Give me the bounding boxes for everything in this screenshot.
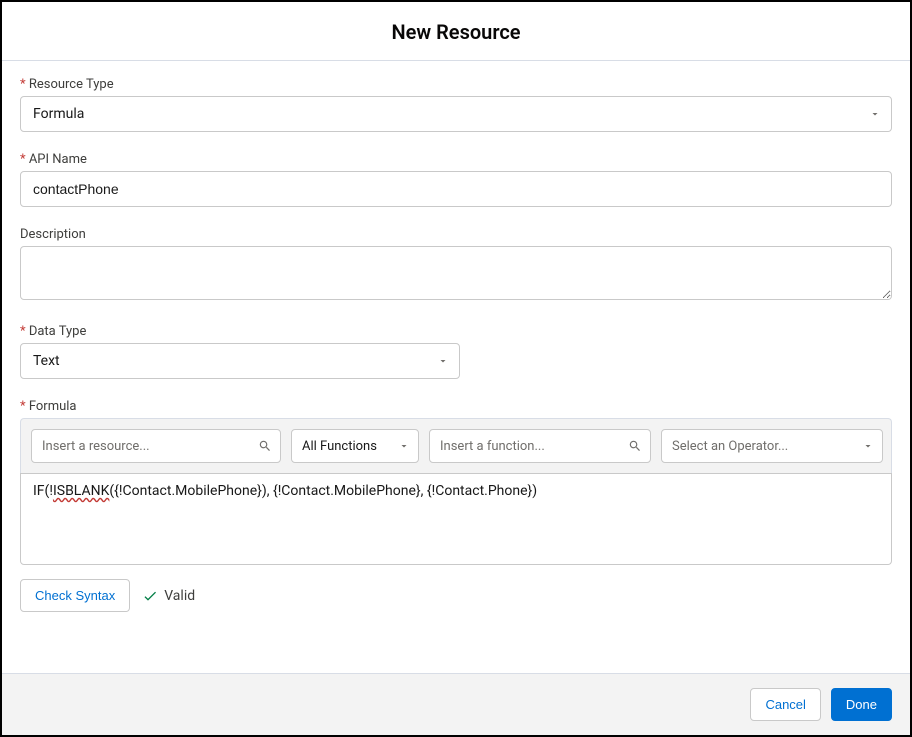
chevron-down-icon [437, 355, 449, 367]
syntax-status-badge: Valid [142, 588, 195, 604]
chevron-down-icon [398, 440, 410, 452]
modal-footer: Cancel Done [2, 673, 910, 735]
insert-resource-combobox[interactable]: Insert a resource... [31, 429, 281, 463]
select-operator-placeholder: Select an Operator... [672, 439, 788, 454]
function-category-combobox[interactable]: All Functions [291, 429, 419, 463]
search-icon [628, 439, 642, 453]
description-textarea[interactable] [20, 246, 892, 300]
chevron-down-icon [862, 440, 874, 452]
search-icon [258, 439, 272, 453]
modal-header: New Resource [2, 2, 910, 61]
formula-expression-squiggly: ISBLANK [53, 483, 109, 499]
new-resource-modal: New Resource Resource Type Formula API N… [0, 0, 912, 737]
data-type-group: Data Type Text [20, 324, 892, 379]
formula-group: Formula Insert a resource... All Functio… [20, 399, 892, 612]
resource-type-combobox[interactable]: Formula [20, 96, 892, 132]
done-button[interactable]: Done [831, 688, 892, 721]
check-syntax-button[interactable]: Check Syntax [20, 579, 130, 612]
formula-expression-prefix: IF(! [33, 483, 53, 499]
api-name-label: API Name [20, 152, 892, 167]
insert-function-placeholder: Insert a function... [440, 439, 545, 454]
api-name-input[interactable] [20, 171, 892, 207]
resource-type-label: Resource Type [20, 77, 892, 92]
modal-body: Resource Type Formula API Name Descripti… [2, 61, 910, 673]
resource-type-value: Formula [33, 106, 84, 122]
resource-type-group: Resource Type Formula [20, 77, 892, 132]
function-category-value: All Functions [302, 439, 377, 454]
formula-label: Formula [20, 399, 892, 414]
syntax-status-text: Valid [164, 588, 195, 604]
check-icon [142, 588, 158, 604]
formula-toolbar: Insert a resource... All Functions Inser… [20, 418, 892, 473]
data-type-label: Data Type [20, 324, 892, 339]
formula-textarea[interactable]: IF(!ISBLANK({!Contact.MobilePhone}), {!C… [20, 473, 892, 565]
description-label: Description [20, 227, 892, 242]
api-name-group: API Name [20, 152, 892, 207]
insert-function-combobox[interactable]: Insert a function... [429, 429, 651, 463]
select-operator-combobox[interactable]: Select an Operator... [661, 429, 883, 463]
formula-expression-suffix: ({!Contact.MobilePhone}), {!Contact.Mobi… [109, 483, 537, 499]
syntax-row: Check Syntax Valid [20, 579, 892, 612]
insert-resource-placeholder: Insert a resource... [42, 439, 150, 454]
description-group: Description [20, 227, 892, 304]
chevron-down-icon [869, 108, 881, 120]
data-type-combobox[interactable]: Text [20, 343, 460, 379]
data-type-value: Text [33, 353, 60, 369]
cancel-button[interactable]: Cancel [750, 688, 820, 721]
modal-title: New Resource [391, 20, 520, 44]
